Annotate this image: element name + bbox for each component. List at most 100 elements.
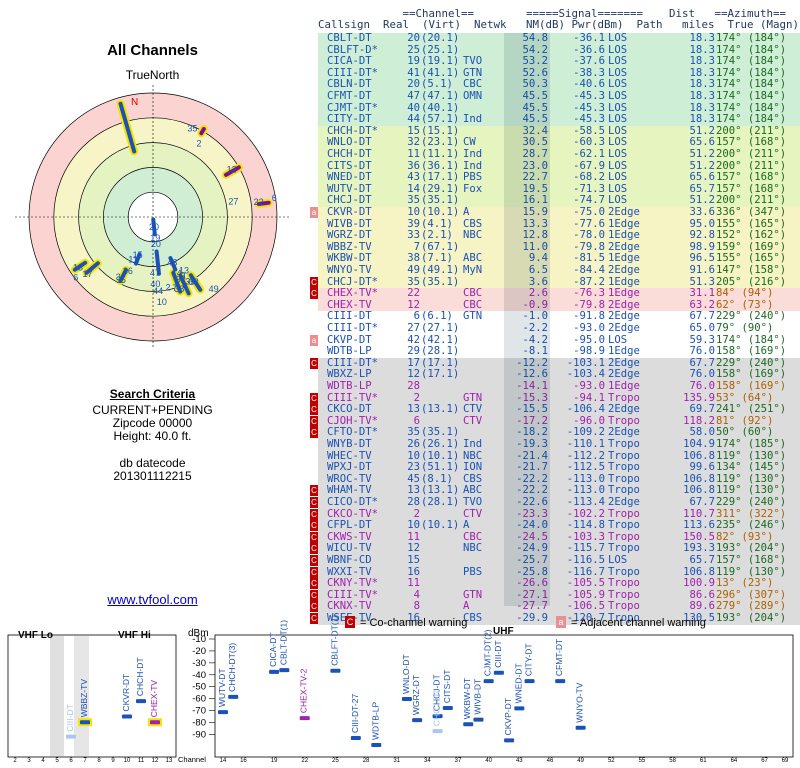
channel-tick: 67 (761, 758, 768, 764)
signal-bar (279, 668, 290, 673)
station-label: 49 (209, 284, 219, 294)
channel-tick: 10 (124, 758, 131, 764)
y-tick: -80 (192, 717, 206, 728)
channel-tick: 5 (55, 758, 59, 764)
signal-bar-label: WNYO-TV (575, 682, 585, 722)
cell-pwr: -75.0 (573, 206, 605, 218)
cell-net: OMN (463, 90, 483, 102)
criteria-height: Height: 40.0 ft. (113, 429, 192, 443)
cell-real: 11 (407, 148, 420, 160)
cell-pwr: -84.4 (573, 264, 605, 276)
cell-virt: (26.1) (421, 438, 460, 450)
signal-bar-label: WDTB-LP (370, 701, 380, 740)
station-label: 6 (272, 193, 277, 203)
channel-tick: 28 (363, 758, 370, 764)
cell-virt: (10.1) (421, 206, 460, 218)
y-tick: -60 (192, 694, 206, 705)
channel-tick: 4 (41, 758, 45, 764)
cell-net: Ind (463, 148, 483, 160)
signal-bar (504, 738, 515, 743)
cell-nm: 28.7 (522, 148, 548, 160)
co-channel-warning-icon: C (310, 392, 318, 404)
cell-dist: 65.0 (689, 322, 715, 334)
cell-path: LOS (608, 148, 628, 160)
co-channel-warning-icon: C (310, 578, 318, 590)
channel-tick: 22 (301, 758, 308, 764)
cell-path: 1Edge (608, 380, 640, 392)
table-header: ==Channel== =====Signal======= Dist ==Az… (318, 8, 800, 32)
cell-real: 20 (407, 32, 420, 44)
cell-nm: -14.1 (516, 380, 548, 392)
co-channel-warning-icon: C (310, 288, 318, 300)
co-channel-warning-icon: C (310, 497, 318, 508)
cell-path: LOS (608, 32, 628, 44)
channel-tick: 43 (516, 758, 523, 764)
cell-call: WBNF-CD (327, 554, 372, 566)
signal-bar (218, 710, 228, 715)
signal-bar (514, 706, 525, 711)
cell-pwr: -110.1 (566, 438, 605, 450)
channel-tick: 11 (138, 758, 145, 764)
y-tick: -90 (192, 729, 206, 740)
station-label: 47 (150, 268, 160, 278)
signal-bar (442, 706, 453, 711)
cell-dist: 18.3 (689, 32, 715, 44)
station-label: 3 (116, 272, 121, 282)
channel-tick: 52 (608, 758, 615, 764)
signal-bar-label: CBLT-DT(1) (278, 620, 288, 665)
cell-virt: (35.1) (421, 275, 460, 288)
cell-nm: -2.2 (522, 322, 548, 334)
station-label: 44 (153, 286, 163, 296)
signal-bar (575, 725, 586, 730)
co-channel-warning-icon: C (310, 415, 318, 427)
signal-bar-label: CHCH-DT(3) (227, 643, 237, 692)
station-label: 12 (227, 165, 237, 175)
cell-nm: -25.7 (516, 554, 548, 566)
channel-tick: 55 (639, 758, 646, 764)
signal-bar-label: CIII-DT (65, 704, 75, 731)
channel-tick: 16 (240, 758, 247, 764)
cell-dist: 76.0 (689, 380, 715, 392)
signal-bar (66, 734, 76, 739)
signal-bar-label: CKVP-DT (503, 698, 513, 735)
signal-bar (150, 720, 160, 725)
signal-bar-label: CHCJ-DT (432, 689, 442, 726)
station-label: 6 (73, 272, 78, 282)
cell-dist: 104.9 (683, 438, 715, 450)
signal-bar (524, 679, 535, 684)
y-tick: -50 (192, 682, 206, 693)
vhf-hi-label: VHF Hi (118, 630, 151, 641)
cell-dist: 91.6 (689, 264, 715, 276)
signal-bar (136, 699, 146, 704)
station-segment (199, 126, 206, 136)
cell-net: A (463, 206, 470, 218)
signal-bar-label: WBBZ-TV (79, 679, 89, 718)
signal-bar-label: WIVB-DT (472, 679, 482, 715)
cell-pwr: -93.0 (573, 380, 605, 392)
signal-bar-label: WNED-DT (513, 663, 523, 703)
cell-call: CKVR-DT (327, 206, 372, 218)
channel-tick: 40 (485, 758, 492, 764)
cell-path: 2Edge (608, 322, 640, 334)
cell-real: 47 (407, 90, 420, 102)
signal-bar (483, 679, 494, 684)
cell-virt: (27.1) (421, 322, 460, 334)
co-channel-legend-text: = Co-channel warning (360, 617, 467, 629)
site-link[interactable]: www.tvfool.com (0, 592, 305, 607)
header-columns: Callsign Real (Virt) Netwk NM(dB) Pwr(dB… (318, 18, 800, 31)
signal-bar-label: CICA-DT (268, 632, 278, 666)
co-channel-warning-icon: C (310, 404, 318, 416)
channel-tick: 14 (220, 758, 227, 764)
cell-virt: (13.1) (421, 403, 460, 416)
signal-bar-label: CIII-DT-27 (350, 694, 360, 733)
co-channel-warning-icon: C (310, 555, 318, 566)
cell-pwr: -93.0 (573, 322, 605, 334)
north-mark: N (131, 97, 138, 108)
signal-bar (412, 718, 423, 723)
cell-virt: (10.1) (421, 519, 460, 532)
station-label: 20 (149, 222, 159, 232)
cell-nm: 45.5 (522, 90, 548, 102)
cell-real: 10 (407, 206, 420, 218)
signal-bar-label: CFMT-DT (554, 639, 564, 676)
vhf-lo-label: VHF Lo (18, 630, 53, 641)
